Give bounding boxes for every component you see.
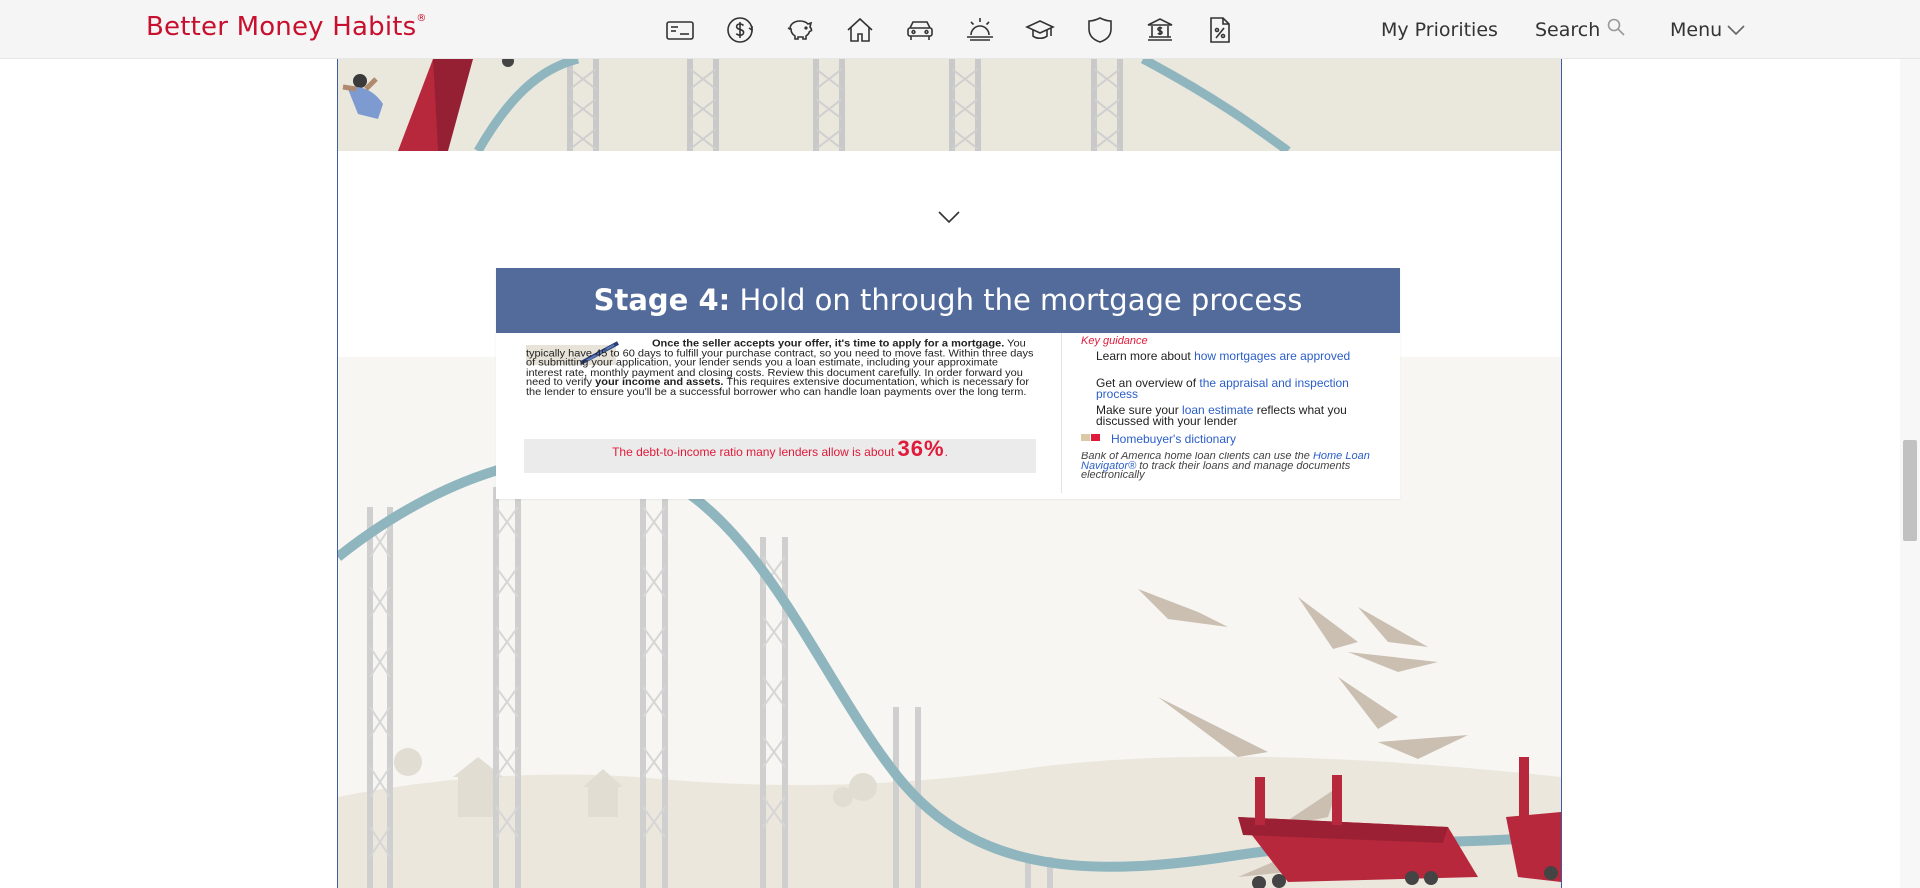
rollercoaster-illustration-top	[338, 59, 1561, 151]
guidance-text: Learn more about	[1096, 351, 1191, 363]
stage-4-card: Stage 4: Hold on through the mortgage pr…	[496, 268, 1400, 499]
scrollbar-thumb[interactable]	[1903, 440, 1917, 541]
top-navigation-bar: Better Money Habits® My Priorities Searc…	[0, 0, 1920, 59]
brand-name: Better Money Habits	[146, 12, 417, 42]
list-item: Make sure your loan estimate reflects wh…	[1096, 405, 1381, 427]
stage-description: Once the seller accepts your offer, it's…	[526, 339, 1036, 424]
stage-number: Stage 4:	[593, 283, 731, 317]
brand-logo[interactable]: Better Money Habits®	[146, 12, 427, 42]
infographic-frame: Stage 4: Hold on through the mortgage pr…	[337, 59, 1562, 888]
stage-body: Once the seller accepts your offer, it's…	[496, 333, 1400, 499]
homebuyer-dictionary-link[interactable]: Homebuyer's dictionary	[1081, 432, 1381, 446]
shield-icon[interactable]	[1070, 10, 1130, 50]
category-icon-nav	[650, 10, 1250, 50]
search-icon[interactable]	[1606, 17, 1626, 37]
debt-ratio-callout: The debt-to-income ratio many lenders al…	[524, 436, 1036, 473]
ratio-value: 36%	[897, 436, 945, 461]
dictionary-link-text: Homebuyer's dictionary	[1111, 432, 1237, 446]
vertical-scrollbar[interactable]	[1900, 59, 1920, 888]
dollar-cycle-icon[interactable]	[710, 10, 770, 50]
home-loan-navigator-note: Bank of America home loan clients can us…	[1081, 452, 1381, 495]
home-icon[interactable]	[830, 10, 890, 50]
chevron-down-icon[interactable]	[1726, 23, 1746, 37]
list-item: Learn more about how mortgages are appro…	[1096, 351, 1381, 373]
guidance-list: Learn more about how mortgages are appro…	[1081, 351, 1381, 427]
graduation-cap-icon[interactable]	[1010, 10, 1070, 50]
my-priorities-link[interactable]: My Priorities	[1381, 19, 1498, 41]
ratio-text: The debt-to-income ratio many lenders al…	[612, 445, 895, 459]
stage-heading: Stage 4: Hold on through the mortgage pr…	[496, 268, 1400, 333]
percent-document-icon[interactable]	[1190, 10, 1250, 50]
key-guidance-column: Key guidance Learn more about how mortga…	[1081, 335, 1381, 495]
mortgage-approval-link[interactable]: how mortgages are approved	[1194, 351, 1350, 363]
sunrise-icon[interactable]	[950, 10, 1010, 50]
search-link[interactable]: Search	[1535, 19, 1600, 41]
stage-title: Hold on through the mortgage process	[739, 283, 1303, 317]
key-guidance-title: Key guidance	[1081, 335, 1148, 347]
menu-button[interactable]: Menu	[1670, 19, 1722, 41]
car-icon[interactable]	[890, 10, 950, 50]
credit-card-icon[interactable]	[650, 10, 710, 50]
scroll-down-chevron-icon[interactable]	[936, 209, 962, 225]
brand-registered-mark: ®	[416, 13, 427, 25]
book-icon	[1081, 434, 1100, 441]
list-item: Get an overview of the appraisal and ins…	[1096, 378, 1381, 400]
bank-icon[interactable]	[1130, 10, 1190, 50]
column-divider	[1061, 333, 1062, 493]
piggy-bank-icon[interactable]	[770, 10, 830, 50]
